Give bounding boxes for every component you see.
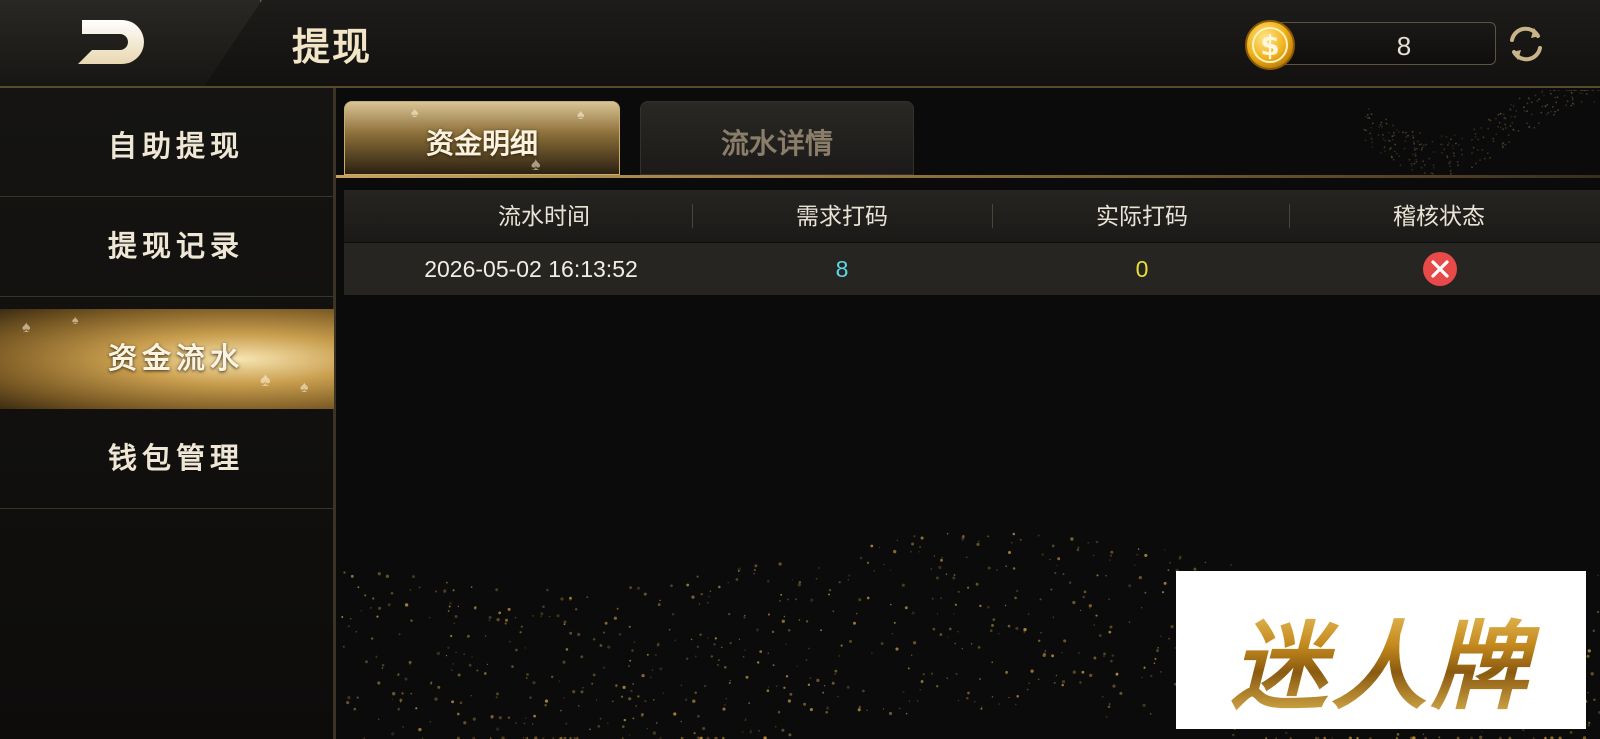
sidebar-item-label: 提现记录 (108, 231, 245, 263)
column-header-required: 需求打码 (796, 203, 888, 229)
sidebar-item-withdraw-records[interactable]: 提现记录 (0, 197, 334, 297)
balance-display: 8 (1262, 22, 1496, 65)
tab-label: 资金明细 (425, 128, 538, 159)
watermark-logo: 迷人牌 (1176, 571, 1586, 729)
cell-required: 8 (835, 256, 849, 282)
tab-flow-details[interactable]: 流水详情 (640, 101, 914, 175)
dollar-coin-icon: $ (1245, 20, 1295, 70)
spade-decoration-icon: ♠ (411, 104, 419, 120)
close-circle-icon (1423, 252, 1457, 286)
column-header-time: 流水时间 (498, 203, 590, 229)
top-bar: 提现 8 $ (0, 0, 1600, 88)
tab-label: 流水详情 (720, 128, 833, 159)
sidebar: 自助提现 提现记录 ♠ ♠ ♠ ♠ 资金流水 钱包管理 (0, 88, 336, 739)
watermark-logo-text: 迷人牌 (1176, 589, 1586, 728)
column-header-actual: 实际打码 (1096, 203, 1188, 229)
back-button[interactable] (72, 16, 152, 70)
sidebar-item-label: 钱包管理 (108, 443, 245, 475)
page-title: 提现 (292, 25, 373, 69)
column-header-status: 稽核状态 (1393, 203, 1485, 229)
sidebar-item-fund-flow[interactable]: ♠ ♠ ♠ ♠ 资金流水 (0, 309, 334, 409)
tab-underline (336, 175, 1600, 178)
sidebar-item-label: 资金流水 (108, 343, 245, 375)
spade-decoration-icon: ♠ (577, 106, 585, 122)
table-row: 2026-05-02 16:13:52 8 0 (344, 243, 1600, 295)
cell-time: 2026-05-02 16:13:52 (424, 256, 638, 282)
cell-actual: 0 (1135, 256, 1149, 282)
spade-decoration-icon: ♠ (72, 313, 79, 327)
svg-text:$: $ (1260, 29, 1279, 62)
spade-decoration-icon: ♠ (22, 319, 31, 336)
tab-fund-details[interactable]: ♠ ♠ ♠ 资金明细 (344, 101, 620, 175)
balance-value: 8 (1396, 31, 1412, 61)
spade-decoration-icon: ♠ (260, 369, 271, 391)
refresh-icon[interactable] (1504, 22, 1548, 66)
spade-decoration-icon: ♠ (300, 379, 309, 396)
back-arrow-icon (78, 20, 144, 64)
table-header: 流水时间 需求打码 实际打码 稽核状态 (344, 190, 1600, 242)
sidebar-item-label: 自助提现 (108, 131, 245, 163)
sidebar-item-wallet-management[interactable]: 钱包管理 (0, 409, 334, 509)
sidebar-item-self-withdraw[interactable]: 自助提现 (0, 97, 334, 197)
dot-pattern-decoration (1363, 90, 1600, 175)
